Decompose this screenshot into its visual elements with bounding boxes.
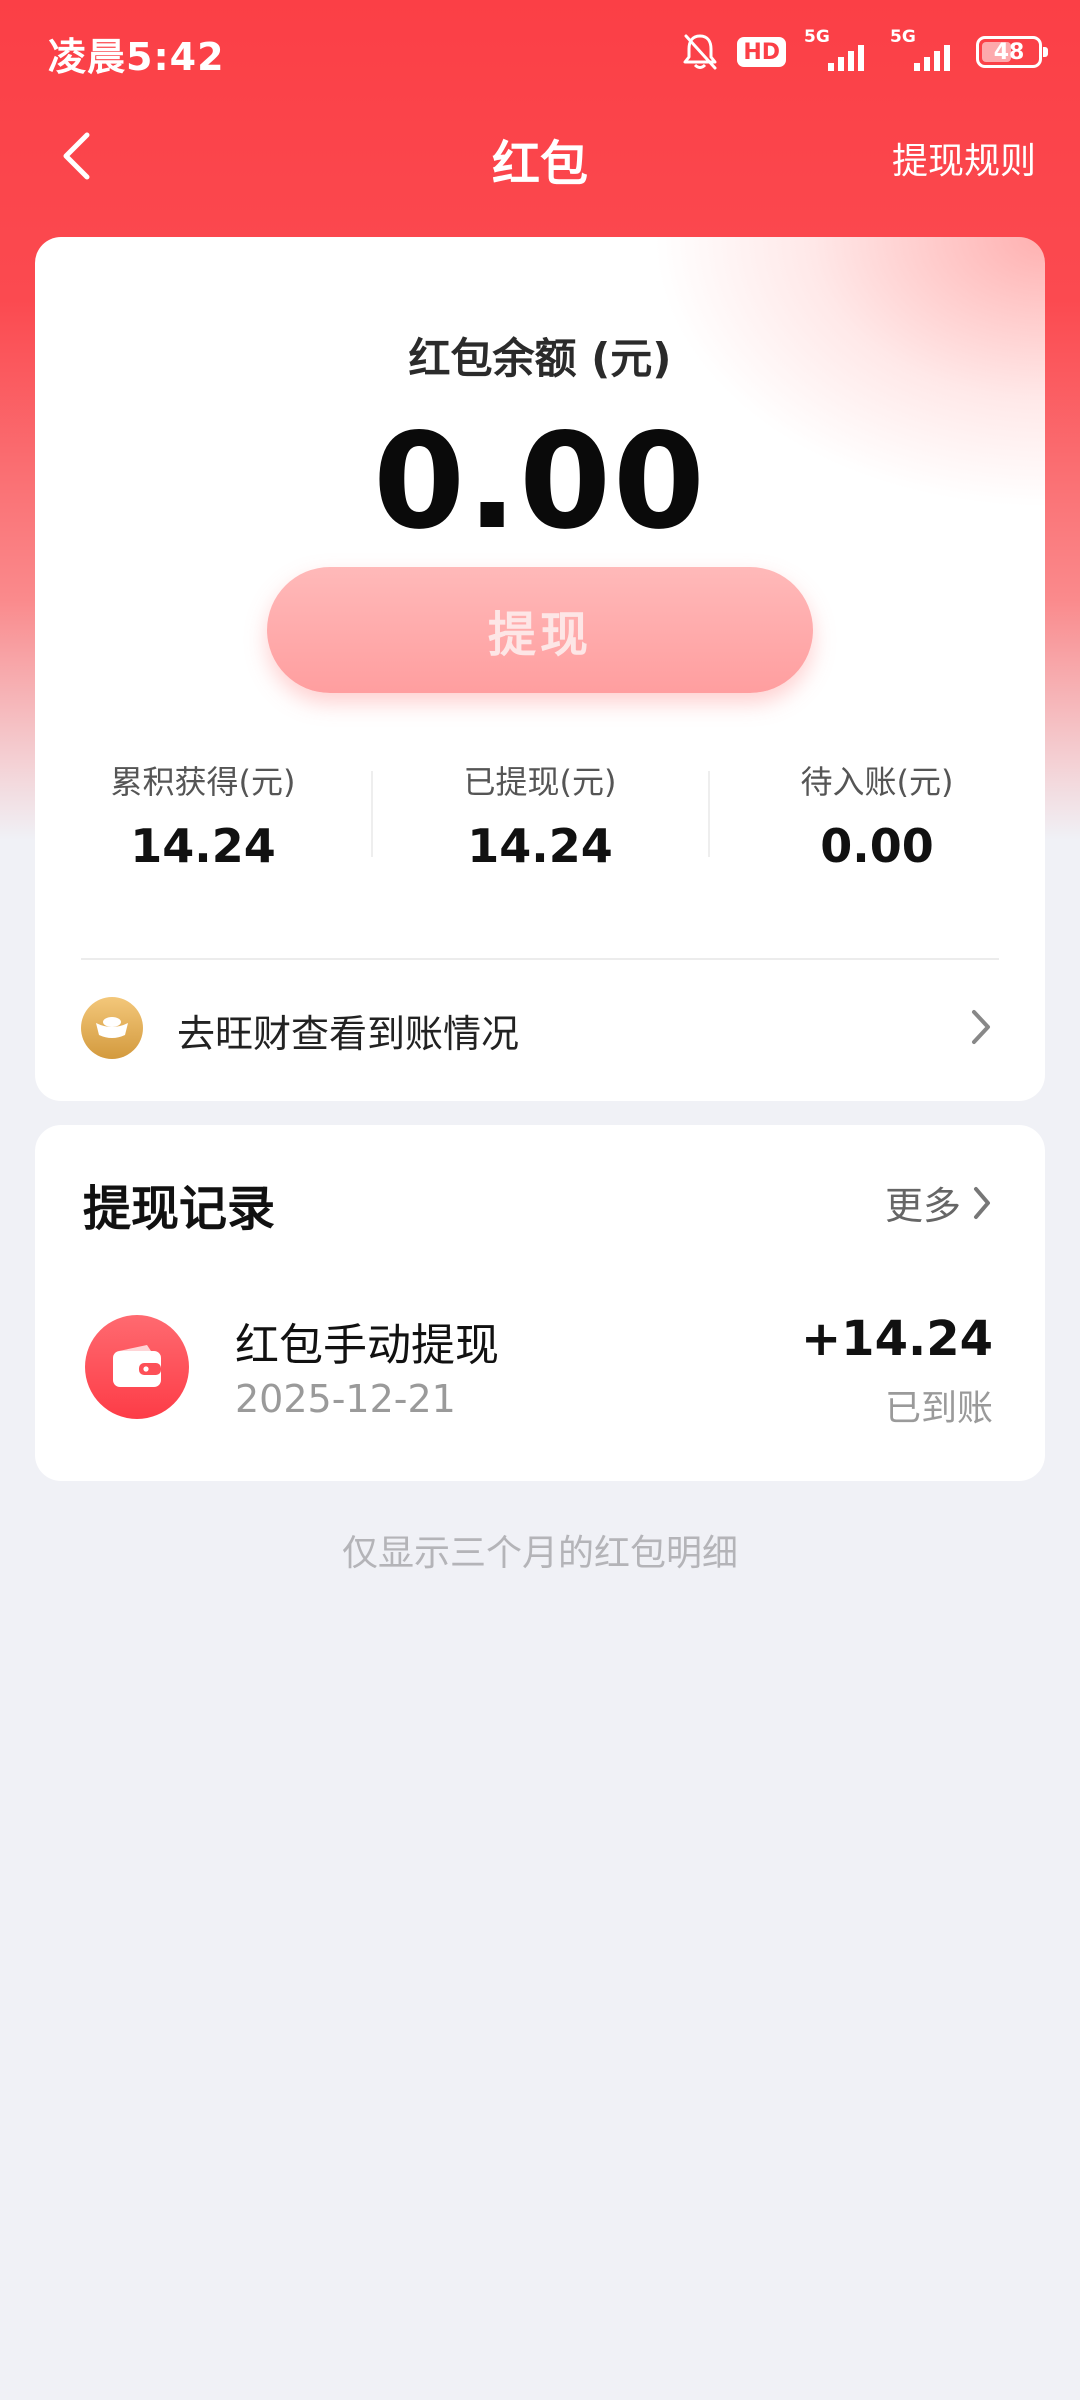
withdraw-button[interactable]: 提现 [267, 567, 813, 693]
wangcai-link-row[interactable]: 去旺财查看到账情况 [35, 961, 1045, 1101]
stat-value: 14.24 [467, 819, 613, 873]
stat-value: 14.24 [130, 819, 276, 873]
signal-5g-icon: 5G [804, 27, 872, 73]
record-name: 红包手动提现 [235, 1320, 499, 1371]
stat-withdrawn: 已提现(元) 14.24 [372, 757, 708, 873]
signal-5g-icon-2: 5G [890, 27, 958, 73]
record-status: 已到账 [884, 1388, 993, 1429]
balance-card: 红包余额 (元) 0.00 提现 累积获得(元) 14.24 已提现(元) 14… [35, 237, 1045, 1101]
stats-row: 累积获得(元) 14.24 已提现(元) 14.24 待入账(元) 0.00 [35, 757, 1045, 873]
stat-value: 0.00 [820, 819, 934, 873]
more-records-link[interactable]: 更多 [885, 1175, 993, 1230]
nav-bar: 红包 提现规则 [0, 110, 1080, 202]
stat-pending: 待入账(元) 0.00 [709, 757, 1045, 873]
withdraw-records-card: 提现记录 更多 红包手动提现 2025-12-21 +14.24 已到账 [35, 1125, 1045, 1481]
stat-label: 累积获得(元) [110, 763, 296, 801]
chevron-right-icon [972, 1010, 990, 1044]
card-divider [81, 958, 999, 960]
more-label: 更多 [884, 1184, 961, 1228]
balance-label: 红包余额 (元) [408, 334, 672, 383]
wangcai-link-label: 去旺财查看到账情况 [177, 1012, 520, 1056]
balance-amount: 0.00 [373, 405, 707, 559]
battery-level: 48 [993, 39, 1025, 65]
hd-voice-badge: HD [737, 37, 786, 67]
stat-label: 已提现(元) [463, 763, 617, 801]
status-icons: HD 5G 5G 48 [681, 27, 1048, 74]
mute-bell-icon [681, 32, 719, 72]
status-time: 凌晨5:42 [48, 35, 225, 79]
battery-icon: 48 [976, 36, 1048, 68]
gold-ingot-icon [81, 997, 143, 1059]
red-packet-screen: 凌晨5:42 HD 5G 5G 48 红包 提现规则 红包余额 (元) 0.00… [0, 0, 1080, 2400]
wallet-icon [85, 1315, 189, 1419]
stat-total-earned: 累积获得(元) 14.24 [35, 757, 371, 873]
chevron-right-icon [974, 1186, 990, 1219]
record-amount: +14.24 [800, 1311, 993, 1367]
stat-label: 待入账(元) [800, 763, 954, 801]
withdraw-rules-link[interactable]: 提现规则 [892, 132, 1036, 184]
record-item[interactable]: 红包手动提现 2025-12-21 +14.24 已到账 [35, 1311, 1045, 1455]
history-footnote: 仅显示三个月的红包明细 [341, 1533, 738, 1574]
record-date: 2025-12-21 [235, 1377, 456, 1421]
status-bar: 凌晨5:42 HD 5G 5G 48 [0, 0, 1080, 100]
records-title: 提现记录 [83, 1181, 276, 1237]
